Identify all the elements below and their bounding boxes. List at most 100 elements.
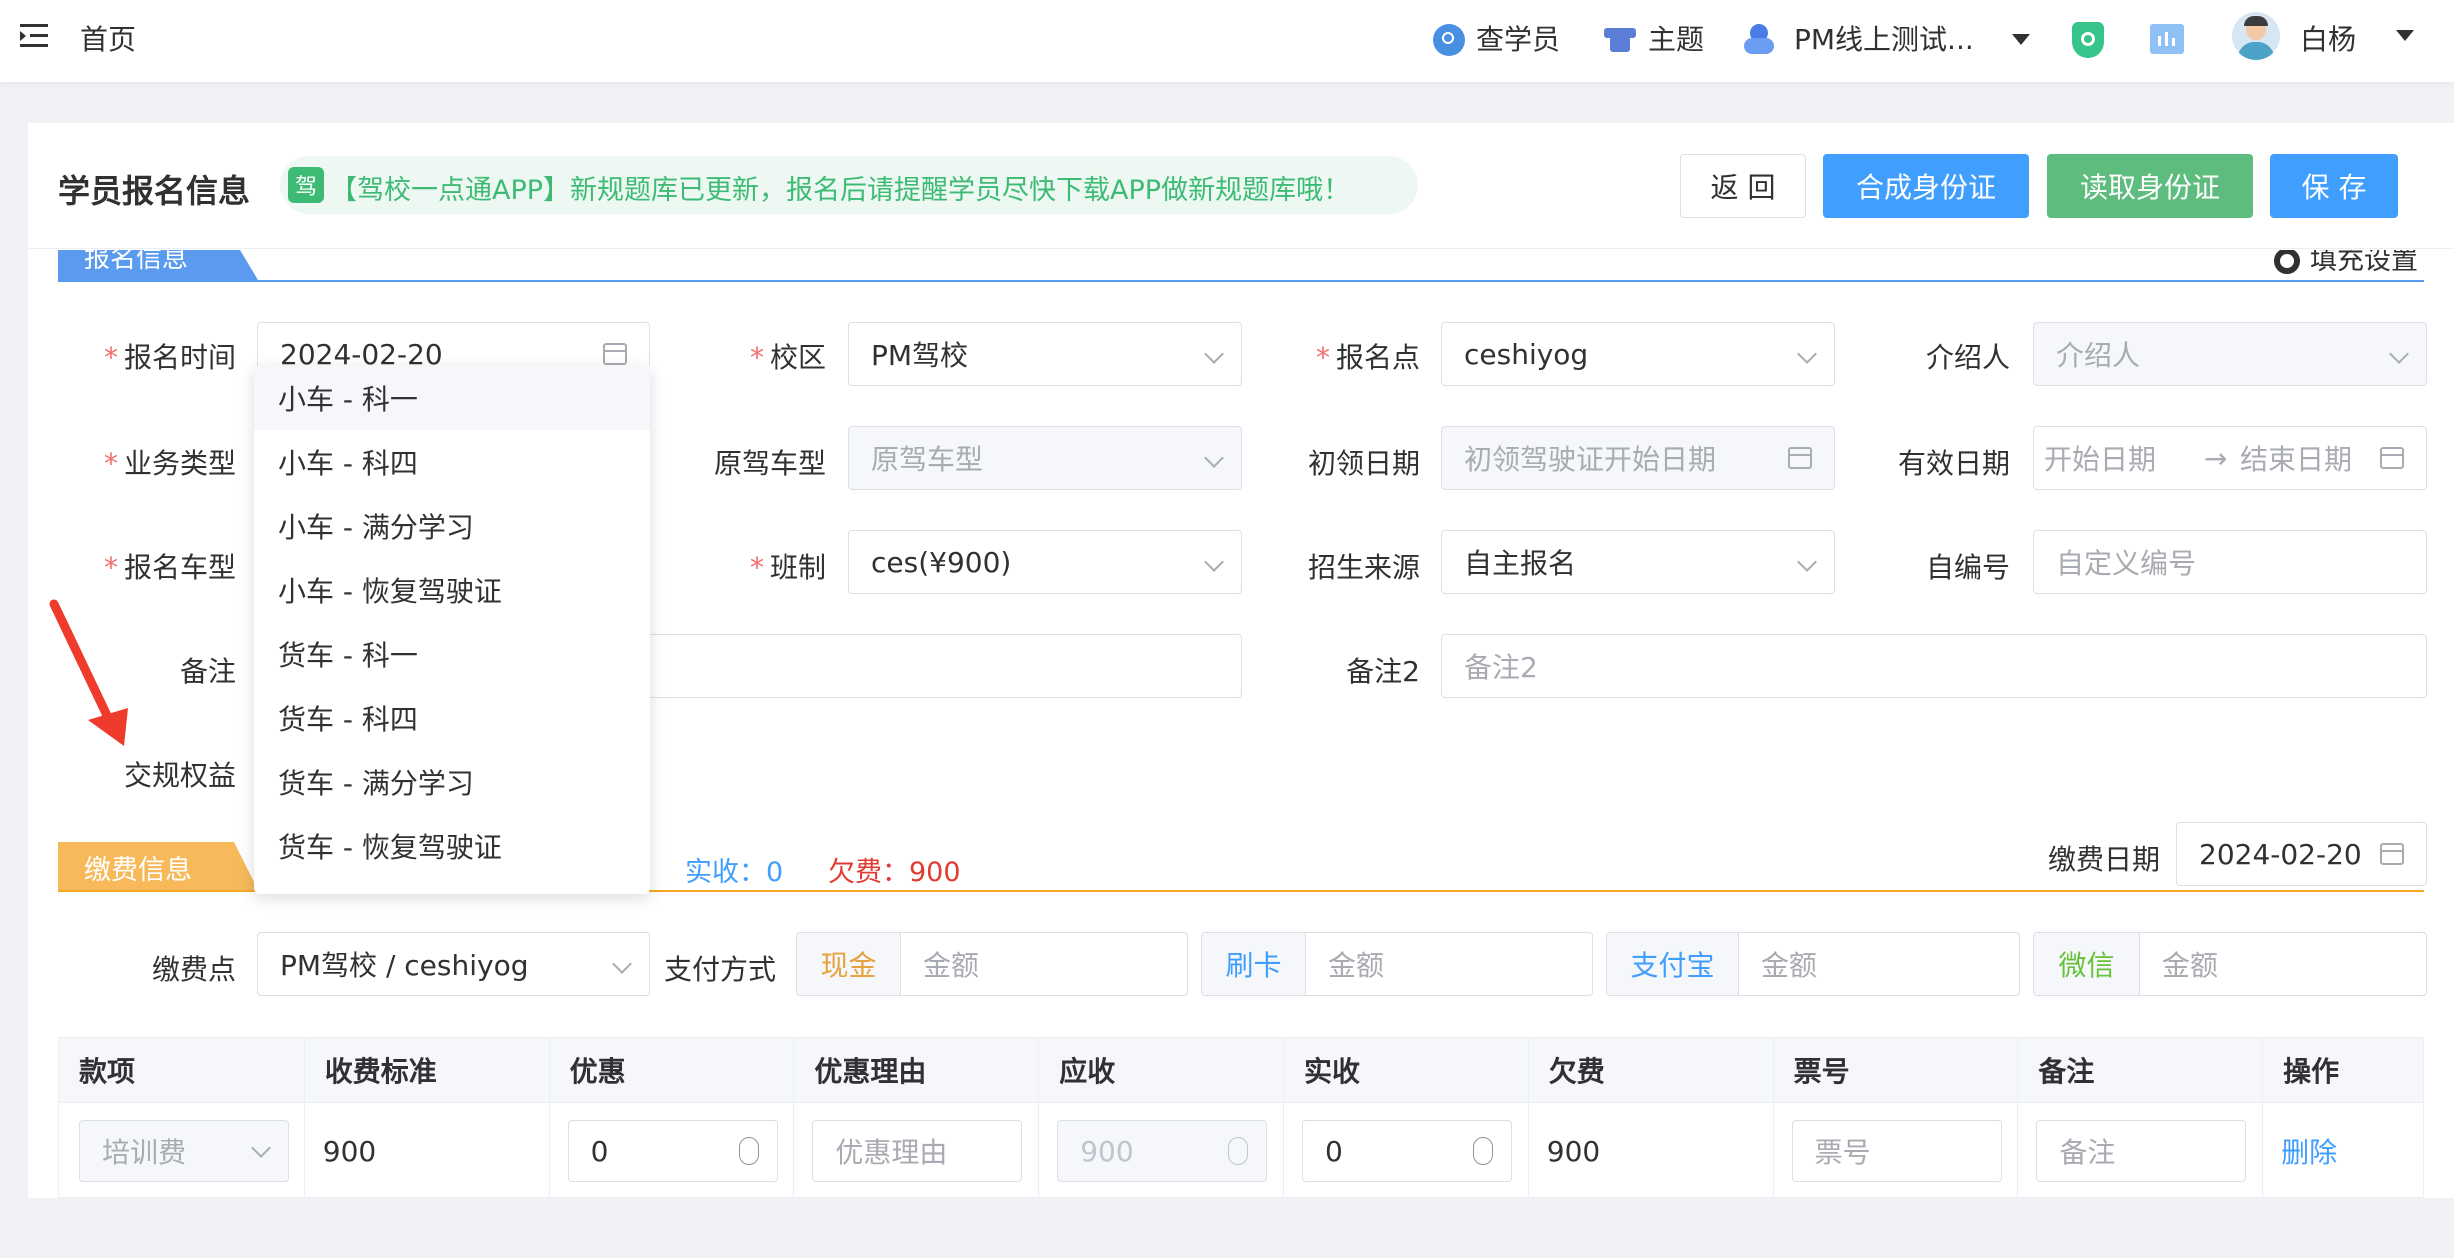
calendar-icon — [2380, 843, 2404, 865]
breadcrumb-home[interactable]: 首页 — [80, 18, 136, 58]
dropdown-option[interactable]: 小车 - 满分学习 — [254, 494, 650, 558]
note2-input[interactable]: 备注2 — [1441, 634, 2427, 698]
col-discount: 优惠 — [549, 1038, 795, 1102]
valid-date-range[interactable]: 开始日期 → 结束日期 — [2033, 426, 2427, 490]
table-header-row: 款项 收费标准 优惠 优惠理由 应收 实收 欠费 票号 备注 操作 — [59, 1038, 2423, 1102]
fill-settings-link[interactable]: 填充设置 — [2310, 250, 2418, 277]
signup-section-title: 报名信息 — [84, 250, 189, 274]
search-student-link[interactable]: 查学员 — [1476, 18, 1560, 58]
class-select[interactable]: ces(¥900) — [848, 530, 1242, 594]
business-type-dropdown: 小车 - 科一 小车 - 科四 小车 - 满分学习 小车 - 恢复驾驶证 货车 … — [254, 366, 650, 894]
alipay-amount-group[interactable]: 支付宝 金额 — [1606, 932, 2020, 996]
col-standard: 收费标准 — [304, 1038, 550, 1102]
business-type-label: * 业务类型 — [103, 447, 236, 480]
save-button[interactable]: 保 存 — [2270, 154, 2398, 218]
back-button[interactable]: 返 回 — [1680, 154, 1806, 218]
discount-input[interactable]: 0 — [567, 1120, 778, 1182]
gear-icon[interactable] — [2274, 250, 2300, 274]
avatar[interactable] — [2232, 12, 2280, 60]
dropdown-option[interactable]: 小车 - 科四 — [254, 430, 650, 494]
fee-item-select[interactable]: 培训费 — [79, 1120, 289, 1182]
custom-number-label: 自编号 — [1925, 551, 2010, 584]
signup-time-label: * 报名时间 — [103, 341, 236, 374]
calendar-icon — [1788, 447, 1812, 469]
payment-point-label: 缴费点 — [151, 953, 236, 986]
campus-select[interactable]: PM驾校 — [848, 322, 1242, 386]
first-license-date-input[interactable]: 初领驾驶证开始日期 — [1441, 426, 1835, 490]
page-title: 学员报名信息 — [58, 172, 251, 210]
chevron-down-icon — [1204, 448, 1224, 468]
original-car-type-label: 原驾车型 — [713, 447, 826, 480]
custom-number-input[interactable]: 自定义编号 — [2033, 530, 2427, 594]
dropdown-option[interactable]: 货车 - 恢复驾驶证 — [254, 814, 650, 878]
user-caret-icon[interactable] — [2396, 30, 2414, 41]
shield-icon[interactable] — [2072, 22, 2104, 58]
dropdown-option[interactable]: 货车 - 科四 — [254, 686, 650, 750]
dropdown-option[interactable]: 小车 - 科一 — [254, 366, 650, 430]
chevron-down-icon — [1797, 552, 1817, 572]
referrer-select[interactable]: 介绍人 — [2033, 322, 2427, 386]
signup-point-label: * 报名点 — [1315, 341, 1420, 374]
cell-owed: 900 — [1529, 1103, 1774, 1197]
organization-icon[interactable] — [1742, 22, 1776, 56]
header-divider — [28, 248, 2454, 249]
chevron-down-icon — [1797, 344, 1817, 364]
stepper-icon[interactable] — [1472, 1137, 1493, 1165]
cell-standard: 900 — [305, 1103, 550, 1197]
original-car-type-select[interactable]: 原驾车型 — [848, 426, 1242, 490]
payment-date-label: 缴费日期 — [2047, 843, 2160, 876]
stepper-icon[interactable] — [738, 1137, 759, 1165]
card-tag: 刷卡 — [1202, 933, 1306, 995]
search-student-icon[interactable] — [1433, 24, 1465, 56]
payment-section-title: 缴费信息 — [84, 855, 192, 886]
cash-amount-group[interactable]: 现金 金额 — [796, 932, 1188, 996]
first-license-date-label: 初领日期 — [1307, 447, 1420, 480]
enroll-source-select[interactable]: 自主报名 — [1441, 530, 1835, 594]
chevron-down-icon — [612, 954, 632, 974]
stepper-icon — [1228, 1137, 1249, 1165]
dropdown-option[interactable]: 货车 - 科一 — [254, 622, 650, 686]
col-due: 应收 — [1039, 1038, 1284, 1102]
chevron-down-icon — [251, 1138, 271, 1158]
discount-reason-input[interactable]: 优惠理由 — [812, 1120, 1023, 1182]
theme-shirt-icon[interactable] — [1604, 24, 1636, 52]
ticket-input[interactable]: 票号 — [1791, 1120, 2002, 1182]
dropdown-option[interactable]: 货车 - 满分学习 — [254, 750, 650, 814]
valid-date-label: 有效日期 — [1897, 447, 2010, 480]
monitor-chart-icon[interactable] — [2150, 24, 2184, 54]
delete-link[interactable]: 删除 — [2263, 1103, 2423, 1197]
enroll-source-label: 招生来源 — [1307, 551, 1420, 584]
fee-table: 款项 收费标准 优惠 优惠理由 应收 实收 欠费 票号 备注 操作 培训费 90… — [58, 1037, 2424, 1198]
compose-id-button[interactable]: 合成身份证 — [1823, 154, 2029, 218]
menu-toggle-icon[interactable] — [20, 24, 48, 48]
dropdown-option[interactable]: 小车 - 恢复驾驶证 — [254, 558, 650, 622]
top-bar: 首页 查学员 主题 PM线上测试... 白杨 — [0, 0, 2454, 82]
signup-point-select[interactable]: ceshiyog — [1441, 322, 1835, 386]
user-name[interactable]: 白杨 — [2300, 18, 2356, 58]
organization-select[interactable]: PM线上测试... — [1794, 18, 1974, 58]
notice-text: 【驾校一点通APP】新规题库已更新，报名后请提醒学员尽快下载APP做新规题库哦！ — [330, 175, 1351, 206]
alipay-tag: 支付宝 — [1607, 933, 1739, 995]
note2-label: 备注2 — [1346, 655, 1420, 688]
card-amount-group[interactable]: 刷卡 金额 — [1201, 932, 1593, 996]
payment-point-select[interactable]: PM驾校 / ceshiyog — [257, 932, 650, 996]
col-received: 实收 — [1283, 1038, 1529, 1102]
traffic-rights-label: 交规权益 — [123, 759, 236, 792]
org-caret-icon[interactable] — [2012, 34, 2030, 45]
row-note-input[interactable]: 备注 — [2036, 1120, 2247, 1182]
class-label: * 班制 — [749, 551, 826, 584]
chevron-down-icon — [2389, 344, 2409, 364]
campus-label: * 校区 — [749, 341, 826, 374]
cash-tag: 现金 — [797, 933, 901, 995]
payment-method-label: 支付方式 — [663, 953, 776, 986]
theme-link[interactable]: 主题 — [1648, 18, 1704, 58]
red-arrow-annotation — [49, 599, 128, 746]
col-action: 操作 — [2263, 1038, 2423, 1102]
col-owed: 欠费 — [1528, 1038, 1774, 1102]
chevron-down-icon — [1204, 344, 1224, 364]
received-input[interactable]: 0 — [1301, 1120, 1512, 1182]
payment-date-input[interactable]: 2024-02-20 — [2176, 822, 2427, 886]
col-ticket: 票号 — [1773, 1038, 2019, 1102]
read-id-button[interactable]: 读取身份证 — [2047, 154, 2253, 218]
wechat-amount-group[interactable]: 微信 金额 — [2033, 932, 2427, 996]
